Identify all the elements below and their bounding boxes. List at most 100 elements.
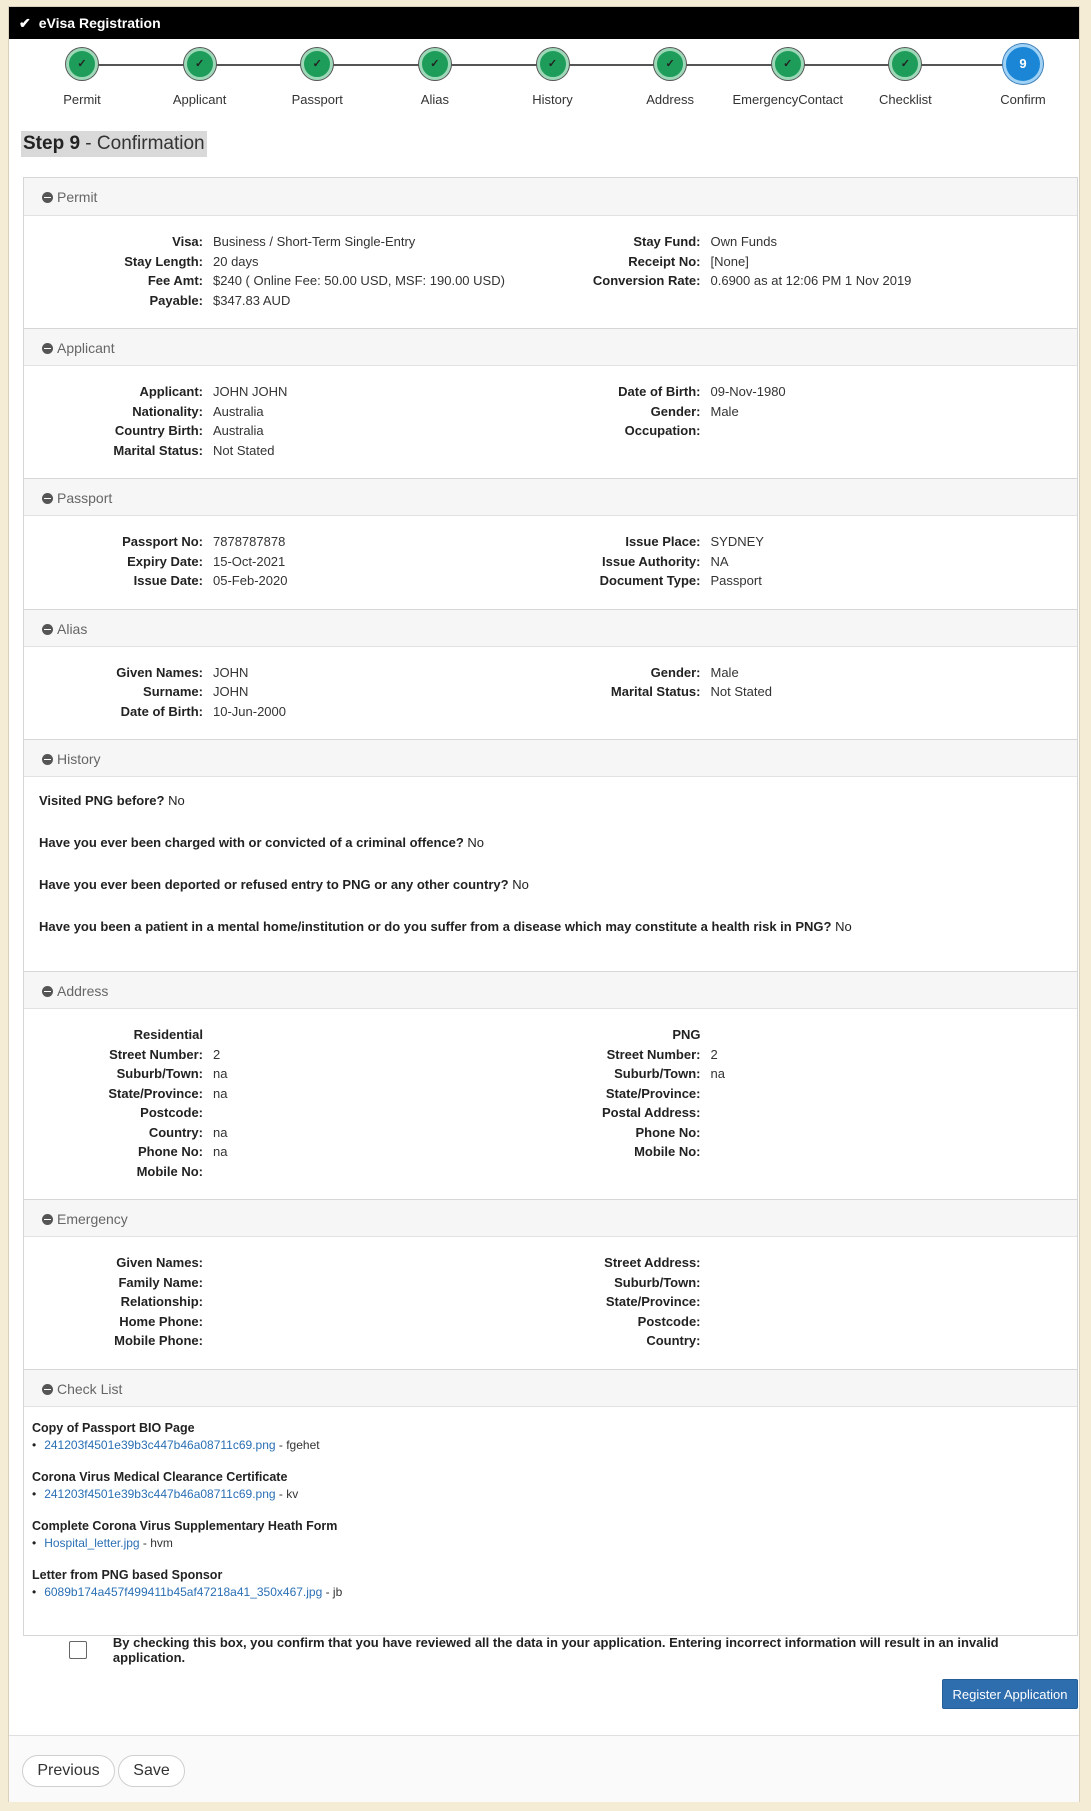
step-history[interactable]: ✓ History [493, 48, 613, 107]
field-value [711, 1253, 1078, 1273]
step-alias[interactable]: ✓ Alias [375, 48, 495, 107]
step-confirm[interactable]: 9 Confirm [963, 44, 1083, 107]
field-label: Nationality: [132, 403, 203, 419]
field-label: Suburb/Town: [116, 1066, 203, 1081]
section-header-applicant[interactable]: Applicant [24, 328, 1077, 366]
field-label: PNG [672, 1027, 701, 1042]
field-label: Passport No: [122, 534, 203, 549]
field-label: Gender: [650, 664, 701, 680]
field-value: na [213, 1066, 228, 1081]
window-title: eVisa Registration [38, 15, 161, 31]
field-label: Stay Length: [124, 253, 203, 269]
history-answer: No [835, 919, 852, 934]
attachment-link[interactable]: 241203f4501e39b3c447b46a08711c69.png [44, 1438, 275, 1452]
field-value: na [213, 1144, 228, 1159]
field-value: SYDNEY [710, 534, 764, 549]
confirm-checkbox[interactable] [69, 1641, 87, 1659]
field-label: Home Phone: [119, 1313, 203, 1329]
section-header-address[interactable]: Address [24, 971, 1077, 1009]
step-complete-icon: ✓ [418, 48, 451, 80]
step-address[interactable]: ✓ Address [610, 48, 730, 107]
history-answer: No [512, 877, 529, 892]
field-row: Postcode: [24, 1103, 551, 1123]
step-emergencycontact[interactable]: ✓ EmergencyContact [728, 48, 848, 107]
field-row: Country: [551, 1331, 1078, 1351]
field-row: Family Name: [24, 1273, 551, 1293]
field-label: Payable: [149, 292, 203, 308]
field-row: Gender: Male [551, 663, 1078, 683]
step-complete-icon: ✓ [889, 48, 922, 80]
previous-button[interactable]: Previous [22, 1755, 115, 1787]
bullet-icon: • [32, 1535, 37, 1550]
field-label: Country: [646, 1333, 701, 1348]
step-permit[interactable]: ✓ Permit [22, 48, 142, 107]
field-row: Mobile Phone: [24, 1331, 551, 1351]
field-value: 2 [213, 1046, 221, 1062]
field-label: Conversion Rate: [592, 273, 701, 288]
field-value: $240 ( Online Fee: 50.00 USD, MSF: 190.0… [213, 273, 505, 288]
field-value [213, 1331, 551, 1351]
field-row: Residential [24, 1025, 551, 1045]
kv-column: Street Address: Suburb/Town: State/Provinc… [551, 1253, 1078, 1351]
field-label: Family Name: [118, 1274, 203, 1290]
field-value [213, 1273, 551, 1293]
field-row: Visa: Business / Short-Term Single-Entry [24, 232, 551, 252]
field-label: Issue Place: [625, 534, 701, 549]
field-value: Not Stated [213, 442, 275, 458]
field-value: Australia [213, 423, 264, 438]
field-label: Expiry Date: [127, 553, 203, 569]
step-heading: Step 9 - Confirmation [21, 131, 207, 157]
bullet-icon: • [32, 1437, 37, 1452]
field-value: [None] [710, 253, 749, 269]
field-value: JOHN [213, 664, 249, 680]
section-header-history[interactable]: History [24, 739, 1077, 777]
field-label: Gender: [650, 403, 701, 419]
field-label: Date of Birth: [618, 384, 701, 399]
field-row: Marital Status: Not Stated [551, 682, 1078, 702]
section-body-checklist: Copy of Passport BIO Page • 241203f4501e39… [24, 1407, 1077, 1635]
save-button[interactable]: Save [118, 1755, 185, 1787]
section-header-checklist[interactable]: Check List [24, 1368, 1077, 1407]
field-value [711, 1331, 1078, 1351]
step-label: Applicant [172, 92, 227, 107]
kv-column: Given Names: Family Name: Relationship: Hom… [24, 1253, 551, 1351]
section-header-passport[interactable]: Passport [24, 478, 1077, 516]
field-row: Conversion Rate: 0.6900 as at 12:06 PM 1 … [551, 271, 1078, 291]
field-row: State/Province: [551, 1084, 1078, 1104]
section-header-emergency[interactable]: Emergency [24, 1199, 1077, 1237]
field-row: Phone No: [551, 1123, 1078, 1143]
attachment-link[interactable]: Hospital_letter.jpg [44, 1536, 139, 1550]
field-value [711, 1312, 1078, 1332]
register-application-button[interactable]: Register Application [942, 1679, 1078, 1709]
step-passport[interactable]: ✓ Passport [257, 48, 377, 107]
field-label: Country: [148, 1124, 203, 1140]
field-label: Issue Date: [133, 573, 203, 588]
attachment-link[interactable]: 241203f4501e39b3c447b46a08711c69.png [44, 1487, 275, 1501]
field-label: Relationship: [120, 1294, 203, 1309]
bullet-icon: • [32, 1486, 37, 1501]
checklist-item-title: Copy of Passport BIO Page [32, 1420, 195, 1435]
field-label: Mobile Phone: [114, 1333, 203, 1348]
field-row: Mobile No: [24, 1162, 551, 1182]
field-row: Country: na [24, 1123, 551, 1143]
section-header-permit[interactable]: Permit [24, 178, 1077, 216]
collapse-icon [42, 986, 53, 997]
field-value [711, 1142, 1078, 1162]
field-value [711, 1025, 1078, 1045]
history-answer: No [467, 835, 485, 850]
field-label: Stay Fund: [633, 234, 701, 249]
field-label: Issue Authority: [602, 553, 701, 569]
field-label: Date of Birth: [120, 703, 203, 719]
field-row: Suburb/Town: na [551, 1064, 1078, 1084]
field-value [711, 421, 1078, 441]
field-label: Postcode: [637, 1313, 701, 1329]
section-header-alias[interactable]: Alias [24, 608, 1077, 647]
step-checklist[interactable]: ✓ Checklist [845, 48, 965, 107]
field-value: Australia [213, 403, 264, 419]
step-applicant[interactable]: ✓ Applicant [140, 48, 260, 107]
field-value: 0.6900 as at 12:06 PM 1 Nov 2019 [710, 273, 912, 288]
field-value: NA [710, 553, 729, 569]
attachment-link[interactable]: 6089b174a457f499411b45af47218a41_350x467… [44, 1585, 322, 1599]
field-label: Surname: [143, 684, 203, 699]
step-complete-icon: ✓ [66, 48, 98, 80]
